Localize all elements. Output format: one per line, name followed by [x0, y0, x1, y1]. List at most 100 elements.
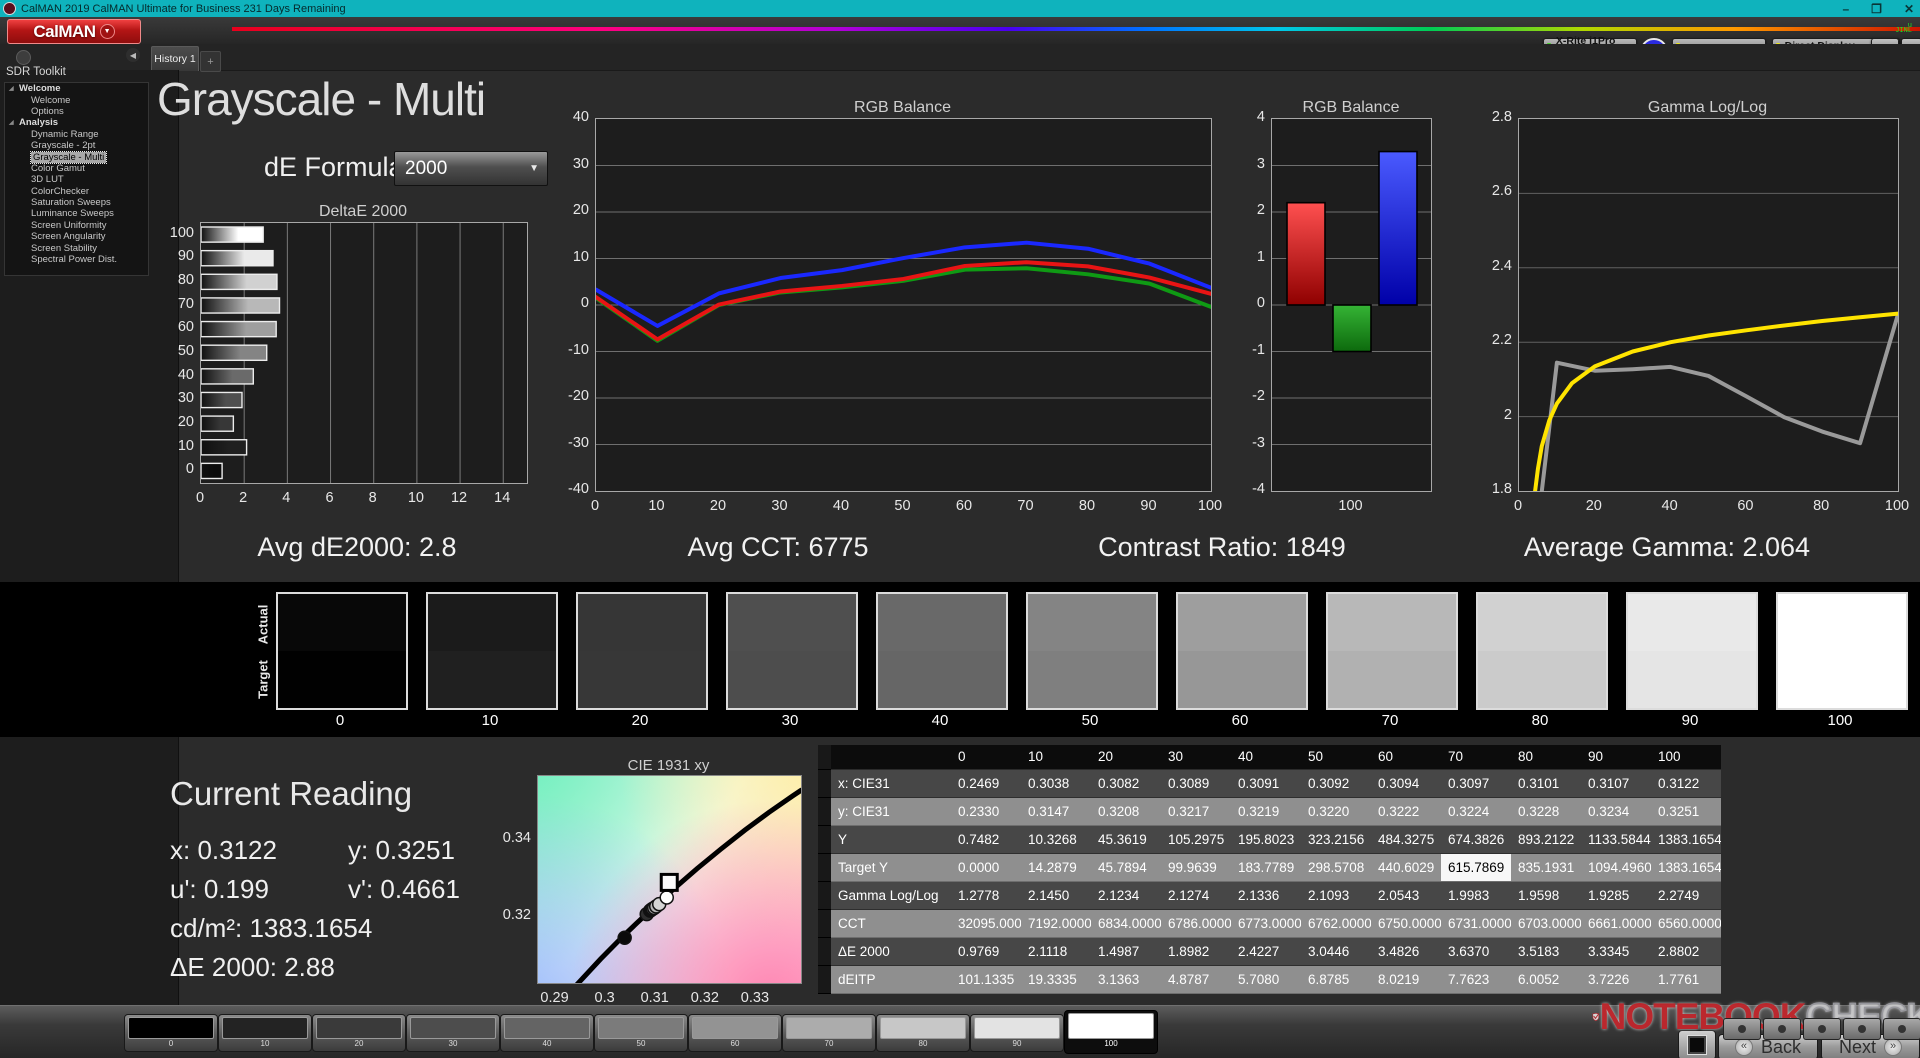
sidebar-item-luminance-sweeps[interactable]: Luminance Sweeps — [5, 208, 148, 219]
axis-tick-label: 40 — [826, 498, 856, 514]
pattern-level-button-70[interactable]: 70 — [782, 1014, 876, 1052]
tree-expander-icon[interactable]: ◢ — [9, 85, 14, 92]
table-row-label: Gamma Log/Log — [831, 882, 951, 910]
table-cell: 1.4987 — [1091, 938, 1161, 966]
pattern-level-button-0[interactable]: 0 — [124, 1014, 218, 1052]
pattern-level-button-90[interactable]: 90 — [970, 1014, 1064, 1052]
table-cell: 45.7894 — [1091, 854, 1161, 882]
rainbow-accent-strip — [232, 27, 1920, 31]
sidebar-item-grayscale-2pt[interactable]: Grayscale - 2pt — [5, 140, 148, 151]
pattern-level-button-10[interactable]: 10 — [218, 1014, 312, 1052]
window-titlebar: CalMAN 2019 CalMAN Ultimate for Business… — [0, 0, 1920, 17]
sidebar-item-3d-lut[interactable]: 3D LUT — [5, 174, 148, 185]
axis-tick-label: 14 — [487, 490, 517, 506]
axis-tick-label: 8 — [358, 490, 388, 506]
pattern-option-button[interactable] — [1843, 1018, 1881, 1040]
swatch-actual — [1628, 594, 1756, 651]
sidebar-item-color-gamut[interactable]: Color Gamut — [5, 163, 148, 174]
restore-icon[interactable]: ❐ — [1871, 2, 1882, 16]
pattern-level-button-30[interactable]: 30 — [406, 1014, 500, 1052]
close-icon[interactable]: ✕ — [1904, 2, 1914, 16]
axis-tick-label: 20 — [1579, 498, 1609, 514]
tree-expander-icon[interactable]: ◢ — [9, 119, 14, 126]
swatch-level-label: 100 — [1776, 712, 1904, 729]
add-tab-button[interactable]: + — [200, 51, 221, 72]
table-cell: 298.5708 — [1301, 854, 1371, 882]
sidebar-item-welcome[interactable]: ◢Welcome — [5, 83, 148, 94]
table-cell: 183.7789 — [1231, 854, 1301, 882]
tab-bar — [0, 44, 1920, 71]
pattern-level-button-20[interactable]: 20 — [312, 1014, 406, 1052]
chart-title-rgb-line: RGB Balance — [595, 99, 1210, 117]
current-reading-line: u': 0.199v': 0.4661 — [170, 874, 460, 905]
table-cell: 3.4826 — [1371, 938, 1441, 966]
sidebar-item-screen-uniformity[interactable]: Screen Uniformity — [5, 220, 148, 231]
table-cell: 1.9598 — [1511, 882, 1581, 910]
table-cell: 0.3222 — [1371, 798, 1441, 826]
chevron-down-icon: ▼ — [529, 163, 539, 174]
pattern-chip — [128, 1017, 214, 1039]
pattern-option-button[interactable] — [1723, 1018, 1761, 1040]
sidebar-item-welcome[interactable]: Welcome — [5, 94, 148, 105]
pattern-level-label: 50 — [598, 1039, 684, 1049]
sidebar-item-options[interactable]: Options — [5, 106, 148, 117]
stat-avg-de2000: Avg dE2000: 2.8 — [157, 532, 557, 563]
axis-tick-label: 40 — [551, 109, 589, 125]
table-cell: 99.9639 — [1161, 854, 1231, 882]
table-cell: 2.1093 — [1301, 882, 1371, 910]
sidebar-item-colorchecker[interactable]: ColorChecker — [5, 186, 148, 197]
table-row-edge — [818, 770, 831, 798]
chart-title-rgb-bar: RGB Balance — [1271, 99, 1431, 117]
table-cell: 0.3082 — [1091, 770, 1161, 798]
swatch-target — [1028, 651, 1156, 708]
axis-tick-label: 40 — [160, 367, 194, 383]
axis-tick-label: 0.32 — [493, 907, 531, 923]
pattern-window-button[interactable] — [1678, 1030, 1716, 1058]
table-cell: 0.3122 — [1651, 770, 1721, 798]
swatch-target — [278, 651, 406, 708]
sidebar-item-dynamic-range[interactable]: Dynamic Range — [5, 129, 148, 140]
logo-dropdown-icon: ▼ — [100, 24, 115, 39]
calman-logo-menu[interactable]: CalMAN ▼ — [7, 19, 141, 44]
pattern-level-button-50[interactable]: 50 — [594, 1014, 688, 1052]
sidebar-item-grayscale-multi[interactable]: Grayscale - Multi — [5, 151, 148, 162]
table-row-label: CCT — [831, 910, 951, 938]
axis-tick-label: 0 — [580, 498, 610, 514]
pattern-level-button-60[interactable]: 60 — [688, 1014, 782, 1052]
sidebar-item-screen-angularity[interactable]: Screen Angularity — [5, 231, 148, 242]
table-column-header: 20 — [1091, 745, 1161, 769]
minimize-icon[interactable]: – — [1842, 2, 1849, 16]
pattern-option-button[interactable] — [1763, 1018, 1801, 1040]
swatch-target — [1778, 651, 1906, 708]
pattern-option-button[interactable] — [1803, 1018, 1841, 1040]
calman-app-window: CalMAN 2019 CalMAN Ultimate for Business… — [0, 0, 1920, 1058]
axis-tick-label: 2 — [228, 490, 258, 506]
back-chevron-icon: « — [1735, 1038, 1753, 1056]
de-formula-select[interactable]: 2000 ▼ — [394, 151, 548, 186]
sidebar-item-spectral-power-dist[interactable]: Spectral Power Dist. — [5, 254, 148, 265]
table-cell: 0.3089 — [1161, 770, 1231, 798]
table-cell: 2.8802 — [1651, 938, 1721, 966]
grayscale-swatch-0 — [276, 592, 408, 710]
table-cell: 6834.0000 — [1091, 910, 1161, 938]
table-cell: 0.3208 — [1091, 798, 1161, 826]
pattern-level-button-80[interactable]: 80 — [876, 1014, 970, 1052]
table-cell: 19.3335 — [1021, 966, 1091, 994]
table-column-header: 100 — [1651, 745, 1721, 769]
pattern-level-button-100[interactable]: 100 — [1064, 1010, 1158, 1054]
pattern-level-button-40[interactable]: 40 — [500, 1014, 594, 1052]
axis-tick-label: -1 — [1237, 342, 1265, 358]
sidebar-item-screen-stability[interactable]: Screen Stability — [5, 242, 148, 253]
table-cell: 45.3619 — [1091, 826, 1161, 854]
pattern-option-button[interactable] — [1883, 1018, 1920, 1040]
swatch-level-label: 40 — [876, 712, 1004, 729]
axis-tick-label: 0 — [185, 490, 215, 506]
table-cell: 3.0446 — [1301, 938, 1371, 966]
sidebar-item-saturation-sweeps[interactable]: Saturation Sweeps — [5, 197, 148, 208]
swatch-target — [428, 651, 556, 708]
tab-history-1[interactable]: History 1 — [151, 46, 199, 71]
sidebar-item-analysis[interactable]: ◢Analysis — [5, 117, 148, 128]
sidebar-collapse-button[interactable]: ◀ — [126, 48, 140, 62]
pattern-chip — [786, 1017, 872, 1039]
pattern-option-icon — [1858, 1025, 1866, 1033]
